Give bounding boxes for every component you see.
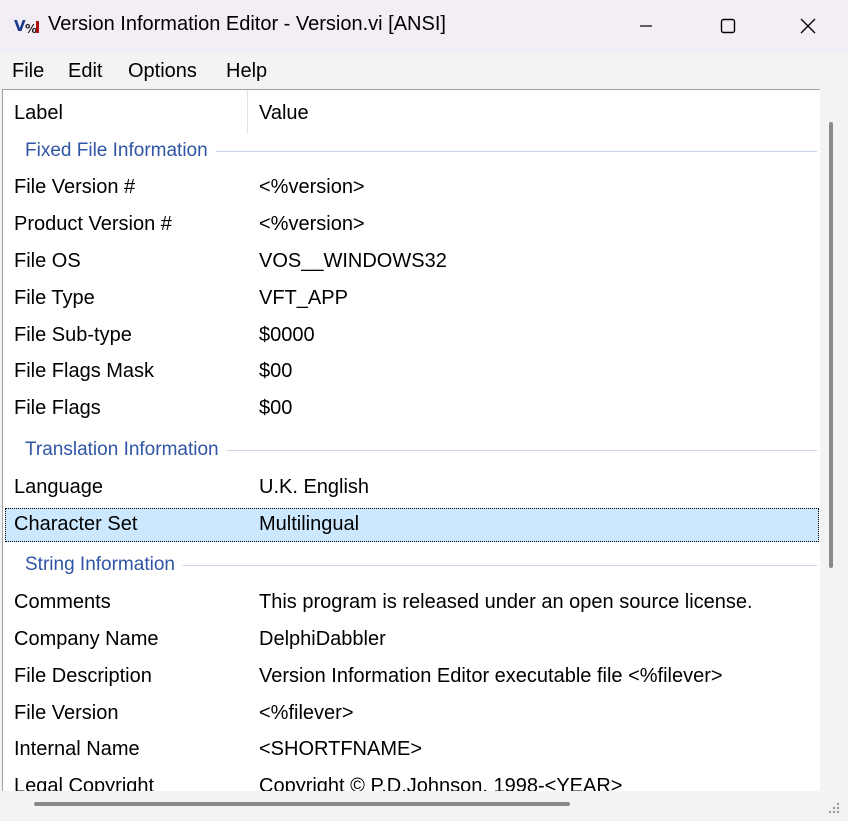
row-value: Multilingual [259, 513, 360, 535]
minimize-button[interactable] [606, 0, 686, 52]
menu-file[interactable]: File [12, 58, 44, 84]
list-item-character-set[interactable]: Character Set Multilingual [5, 508, 819, 542]
row-label: File Flags [14, 397, 101, 419]
row-label: File Description [14, 665, 152, 687]
list-item-internal-name[interactable]: Internal Name <SHORTFNAME> [3, 733, 821, 767]
row-label: File Version # [14, 176, 136, 198]
list-item-product-version-number[interactable]: Product Version # <%version> [3, 208, 821, 242]
resize-grip-icon[interactable] [822, 796, 842, 816]
row-label: Company Name [14, 628, 159, 650]
list-item-file-type[interactable]: File Type VFT_APP [3, 282, 821, 316]
menu-help[interactable]: Help [226, 58, 267, 84]
row-value: VFT_APP [259, 287, 348, 309]
row-label: File Flags Mask [14, 360, 155, 382]
row-value: $00 [259, 360, 293, 382]
column-header-label[interactable]: Label [14, 102, 63, 125]
maximize-icon [720, 18, 736, 34]
svg-text:%: % [25, 22, 37, 36]
group-title: String Information [25, 554, 183, 576]
title-bar[interactable]: V % Version Information Editor - Version… [0, 0, 848, 52]
row-value: This program is released under an open s… [259, 591, 753, 613]
main-window: V % Version Information Editor - Version… [0, 0, 848, 821]
menu-options[interactable]: Options [128, 58, 197, 84]
row-value: $0000 [259, 324, 315, 346]
row-value: DelphiDabbler [259, 628, 386, 650]
list-item-language[interactable]: Language U.K. English [3, 471, 821, 505]
vertical-scroll-thumb[interactable] [829, 122, 833, 568]
version-editor-app-icon: V % [14, 17, 39, 36]
row-label: Product Version # [14, 213, 172, 235]
row-label: File Version [14, 702, 119, 724]
maximize-button[interactable] [688, 0, 768, 52]
row-label: File Type [14, 287, 95, 309]
version-info-list[interactable]: Label Value Fixed File Information File … [2, 89, 821, 792]
menu-edit[interactable]: Edit [68, 58, 102, 84]
row-label: Legal Copyright [14, 775, 155, 792]
row-label: Character Set [14, 513, 138, 535]
minimize-icon [640, 25, 652, 27]
list-item-file-version-number[interactable]: File Version # <%version> [3, 171, 821, 205]
row-label: File OS [14, 250, 81, 272]
horizontal-scrollbar[interactable] [2, 791, 820, 819]
row-label: Internal Name [14, 738, 140, 760]
list-item-file-description[interactable]: File Description Version Information Edi… [3, 660, 821, 694]
row-value: <%version> [259, 176, 365, 198]
close-icon [800, 18, 816, 34]
row-value: Version Information Editor executable fi… [259, 665, 723, 687]
group-fixed-file-information: Fixed File Information [3, 134, 821, 168]
row-value: Copyright © P.D.Johnson, 1998-<YEAR> [259, 775, 623, 792]
list-item-file-flags[interactable]: File Flags $00 [3, 392, 821, 426]
column-separator[interactable] [247, 90, 248, 134]
row-value: <SHORTFNAME> [259, 738, 422, 760]
row-value: $00 [259, 397, 293, 419]
list-item-file-version[interactable]: File Version <%filever> [3, 697, 821, 731]
list-item-comments[interactable]: Comments This program is released under … [3, 586, 821, 620]
group-title: Fixed File Information [25, 140, 216, 162]
row-value: <%filever> [259, 702, 354, 724]
list-item-company-name[interactable]: Company Name DelphiDabbler [3, 623, 821, 657]
row-value: VOS__WINDOWS32 [259, 250, 447, 272]
row-label: Language [14, 476, 103, 498]
row-value: U.K. English [259, 476, 370, 498]
close-button[interactable] [768, 0, 848, 52]
list-item-file-flags-mask[interactable]: File Flags Mask $00 [3, 355, 821, 389]
vertical-scrollbar[interactable] [820, 89, 846, 791]
window-title: Version Information Editor - Version.vi … [48, 13, 446, 35]
column-header-value[interactable]: Value [259, 102, 309, 125]
list-item-file-os[interactable]: File OS VOS__WINDOWS32 [3, 245, 821, 279]
group-string-information: String Information [3, 548, 821, 582]
list-header: Label Value [3, 90, 821, 134]
list-item-file-sub-type[interactable]: File Sub-type $0000 [3, 319, 821, 353]
list-item-legal-copyright[interactable]: Legal Copyright Copyright © P.D.Johnson,… [3, 770, 821, 792]
horizontal-scroll-thumb[interactable] [34, 802, 570, 806]
menu-bar: File Edit Options Help [0, 52, 848, 88]
row-value: <%version> [259, 213, 365, 235]
group-title: Translation Information [25, 439, 227, 461]
row-label: Comments [14, 591, 111, 613]
row-label: File Sub-type [14, 324, 132, 346]
group-translation-information: Translation Information [3, 433, 821, 467]
